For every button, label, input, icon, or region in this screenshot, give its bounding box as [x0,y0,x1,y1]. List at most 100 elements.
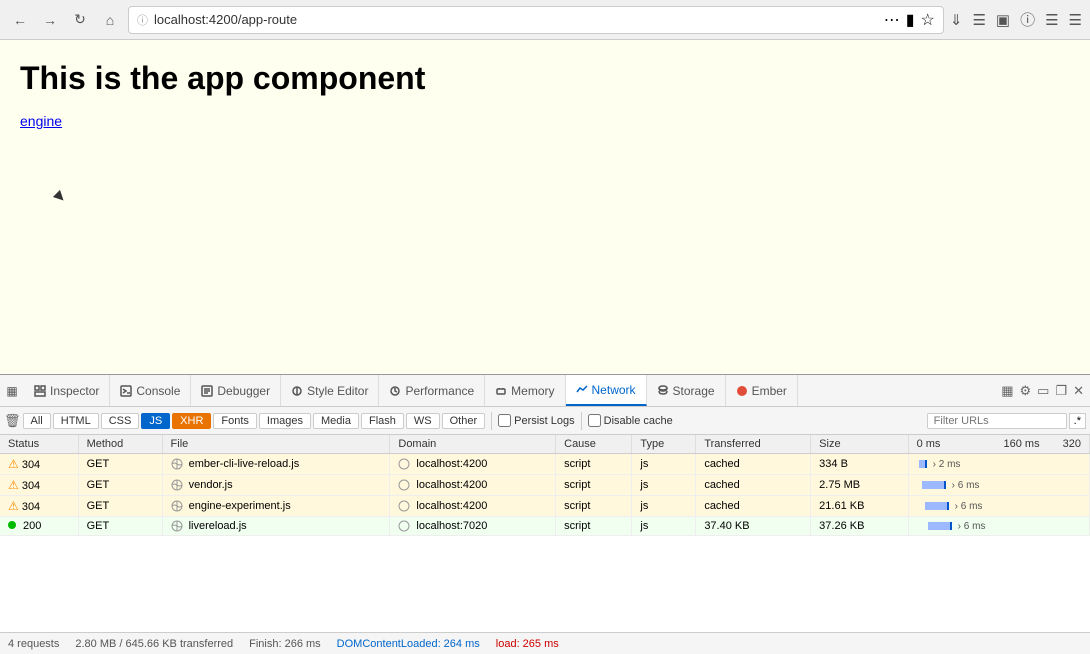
filter-js[interactable]: JS [141,413,170,429]
toolbar-icons: ⇓ ☰ ▣ ⓘ ☰ ☰ [950,9,1082,30]
timeline-label: › 2 ms [933,459,961,470]
expand-icon[interactable]: ▭ [1037,383,1049,399]
table-row[interactable]: ⚠ 304 GET ember-cli-live-reload.js local… [0,454,1090,475]
settings-icon[interactable]: ⚙ [1019,383,1031,399]
filter-separator [491,412,492,430]
tab-debugger-label: Debugger [217,384,270,398]
status-dot [8,521,16,529]
split-icon[interactable]: ▦ [1001,383,1013,399]
transferred-size: 2.80 MB / 645.66 KB transferred [75,638,233,650]
cell-method: GET [78,454,162,475]
table-row[interactable]: ⚠ 304 GET vendor.js localhost:4200 scrip… [0,475,1090,496]
library-icon[interactable]: ☰ [972,11,985,29]
status-bar: 4 requests 2.80 MB / 645.66 KB transferr… [0,632,1090,654]
lock-icon: ⓘ [137,12,148,28]
table-header-row: Status Method File Domain Cause Type Tra… [0,435,1090,454]
filter-fonts[interactable]: Fonts [213,413,257,429]
devtools-panel: ▦ Inspector Console Debugger Style Edito… [0,374,1090,654]
timeline-label: › 6 ms [952,480,980,491]
cell-timeline: › 6 ms [908,496,1089,517]
tab-debugger[interactable]: Debugger [191,375,281,406]
bookmark-icon[interactable]: ▮ [906,10,915,30]
refresh-button[interactable]: ↻ [68,8,92,32]
tab-inspector[interactable]: Inspector [24,375,110,406]
tab-performance[interactable]: Performance [379,375,485,406]
filter-regex-button[interactable]: .* [1069,413,1086,429]
tab-network[interactable]: Network [566,375,647,406]
timeline-label: › 6 ms [958,521,986,532]
persist-logs-checkbox[interactable] [498,414,511,427]
cell-domain: localhost:4200 [390,454,556,475]
cell-status: ⚠ 304 [0,454,78,475]
cell-method: GET [78,496,162,517]
network-table: Status Method File Domain Cause Type Tra… [0,435,1090,632]
cell-cause: script [556,496,632,517]
cell-transferred: cached [696,454,811,475]
tab-ember[interactable]: Ember [726,375,798,406]
warning-icon: ⚠ [8,478,19,492]
info-icon[interactable]: ⓘ [1020,9,1035,30]
filter-html[interactable]: HTML [53,413,99,429]
disable-cache-label[interactable]: Disable cache [588,414,673,427]
page-content: This is the app component engine [0,40,1090,374]
clear-requests-button[interactable]: 🗑 [4,413,21,429]
tab-style-editor[interactable]: Style Editor [281,375,379,406]
cell-status: 200 [0,517,78,536]
devtools-action-icons: ▦ ⚙ ▭ ❐ ✕ [995,383,1090,399]
tab-memory[interactable]: Memory [485,375,565,406]
col-timeline: 0 ms 160 ms 320 [908,435,1089,454]
requests-table: Status Method File Domain Cause Type Tra… [0,435,1090,536]
menu-icon[interactable]: ☰ [1069,11,1082,29]
browser-toolbar: ← → ↻ ⌂ ⓘ ⋯ ▮ ☆ ⇓ ☰ ▣ ⓘ ☰ ☰ [0,0,1090,40]
close-devtools-icon[interactable]: ✕ [1073,383,1084,399]
cell-cause: script [556,517,632,536]
filter-separator-2 [581,412,582,430]
forward-button[interactable]: → [38,8,62,32]
download-icon[interactable]: ⇓ [950,11,963,29]
load-time: load: 265 ms [496,638,559,650]
filter-media[interactable]: Media [313,413,359,429]
cell-size: 2.75 MB [811,475,908,496]
star-icon[interactable]: ☆ [921,10,935,30]
finish-time: Finish: 266 ms [249,638,321,650]
warning-icon: ⚠ [8,499,19,513]
engine-link[interactable]: engine [20,113,62,129]
col-status: Status [0,435,78,454]
back-button[interactable]: ← [8,8,32,32]
address-bar: ⓘ ⋯ ▮ ☆ [128,6,944,34]
cell-file: vendor.js [162,475,390,496]
url-input[interactable] [154,12,878,27]
filter-xhr[interactable]: XHR [172,413,211,429]
warning-icon: ⚠ [8,457,19,471]
filter-url-input[interactable] [927,413,1067,429]
timeline-bar [925,502,949,510]
requests-count: 4 requests [8,638,59,650]
tab-storage[interactable]: Storage [647,375,726,406]
reader-icon[interactable]: ☰ [1045,11,1058,29]
synced-tabs-icon[interactable]: ▣ [996,11,1010,29]
home-button[interactable]: ⌂ [98,8,122,32]
undock-icon[interactable]: ❐ [1055,383,1067,399]
devtools-responsive-icon[interactable]: ▦ [0,379,24,403]
address-menu-icon[interactable]: ⋯ [884,10,900,30]
filter-other[interactable]: Other [442,413,486,429]
tab-memory-label: Memory [511,384,554,398]
filter-css[interactable]: CSS [101,413,140,429]
cell-domain: localhost:4200 [390,475,556,496]
persist-logs-label[interactable]: Persist Logs [498,414,575,427]
filter-images[interactable]: Images [259,413,311,429]
tab-console[interactable]: Console [110,375,191,406]
cell-type: js [632,496,696,517]
cell-transferred: 37.40 KB [696,517,811,536]
table-row[interactable]: ⚠ 304 GET engine-experiment.js localhost… [0,496,1090,517]
filter-ws[interactable]: WS [406,413,440,429]
filter-flash[interactable]: Flash [361,413,404,429]
disable-cache-checkbox[interactable] [588,414,601,427]
table-row[interactable]: 200 GET livereload.js localhost:7020 scr… [0,517,1090,536]
tab-style-editor-label: Style Editor [307,384,368,398]
col-size: Size [811,435,908,454]
col-domain: Domain [390,435,556,454]
cell-type: js [632,475,696,496]
filter-all[interactable]: All [23,413,51,429]
cell-status: ⚠ 304 [0,475,78,496]
